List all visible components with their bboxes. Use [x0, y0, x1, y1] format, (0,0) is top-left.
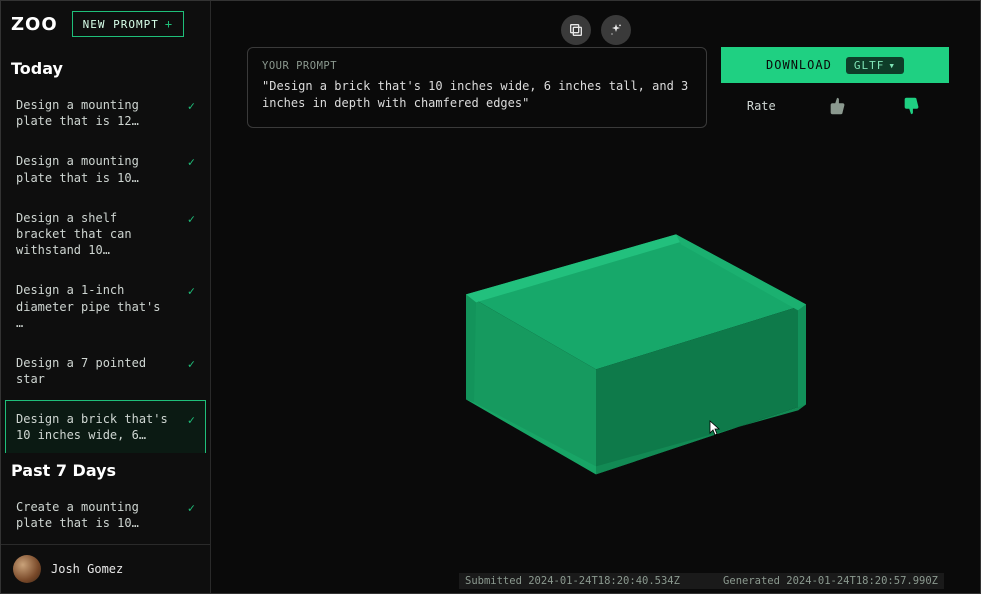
- history-item-label: Design a brick that's 10 inches wide, 6…: [16, 411, 171, 443]
- check-icon: ✓: [188, 500, 195, 516]
- cursor-icon: [709, 420, 721, 436]
- status-generated: Generated 2024-01-24T18:20:57.990Z: [723, 575, 938, 587]
- download-button[interactable]: DOWNLOAD GLTF ▾: [721, 47, 949, 83]
- check-icon: ✓: [188, 98, 195, 114]
- prompt-card: YOUR PROMPT "Design a brick that's 10 in…: [247, 47, 707, 128]
- new-prompt-button[interactable]: NEW PROMPT +: [72, 11, 184, 37]
- section-title-past7: Past 7 Days: [1, 453, 210, 486]
- format-value: GLTF: [854, 59, 885, 72]
- avatar: [13, 555, 41, 583]
- share-icon[interactable]: [561, 15, 591, 45]
- logo: ZOO: [11, 14, 58, 35]
- history-item[interactable]: Design a 7 pointed star ✓: [5, 344, 206, 398]
- prompt-text: "Design a brick that's 10 inches wide, 6…: [262, 78, 692, 113]
- section-title-today: Today: [1, 51, 210, 84]
- history-item-label: Create a mounting plate that is 10…: [16, 499, 171, 531]
- check-icon: ✓: [188, 283, 195, 299]
- history-item-label: Design a 7 pointed star: [16, 355, 171, 387]
- thumbs-down-button[interactable]: [827, 95, 849, 117]
- history-item[interactable]: Create a mounting plate that is 10… ✓: [5, 488, 206, 542]
- history-item-label: Design a mounting plate that is 10…: [16, 153, 171, 185]
- check-icon: ✓: [188, 356, 195, 372]
- download-label: DOWNLOAD: [766, 58, 832, 72]
- main: YOUR PROMPT "Design a brick that's 10 in…: [211, 1, 980, 593]
- chevron-down-icon: ▾: [888, 59, 896, 72]
- history-item[interactable]: Design a mounting plate that is 10… ✓: [5, 142, 206, 196]
- viewport-3d[interactable]: [211, 128, 980, 593]
- history-list: Design a mounting plate that is 12…✓Desi…: [1, 84, 210, 453]
- history-list-past7: Create a mounting plate that is 10… ✓: [1, 486, 210, 544]
- history-item-label: Design a shelf bracket that can withstan…: [16, 210, 171, 259]
- new-prompt-label: NEW PROMPT: [83, 18, 159, 31]
- status-submitted: Submitted 2024-01-24T18:20:40.534Z: [465, 575, 680, 587]
- history-item[interactable]: Design a brick that's 10 inches wide, 6……: [5, 400, 206, 452]
- thumbs-up-button[interactable]: [901, 95, 923, 117]
- rate-label: Rate: [747, 99, 776, 113]
- history-item-label: Design a 1-inch diameter pipe that's …: [16, 282, 171, 331]
- check-icon: ✓: [188, 211, 195, 227]
- model-preview: [346, 175, 846, 495]
- sparkle-icon[interactable]: [601, 15, 631, 45]
- history-item[interactable]: Design a mounting plate that is 12… ✓: [5, 86, 206, 140]
- user-row[interactable]: Josh Gomez: [1, 544, 210, 593]
- history-item-label: Design a mounting plate that is 12…: [16, 97, 171, 129]
- sidebar: ZOO NEW PROMPT + Today Design a mounting…: [1, 1, 211, 593]
- history-item[interactable]: Design a 1-inch diameter pipe that's … ✓: [5, 271, 206, 342]
- check-icon: ✓: [188, 154, 195, 170]
- history-item[interactable]: Design a shelf bracket that can withstan…: [5, 199, 206, 270]
- check-icon: ✓: [188, 412, 195, 428]
- prompt-label: YOUR PROMPT: [262, 60, 692, 72]
- plus-icon: +: [165, 17, 173, 31]
- status-bar: Submitted 2024-01-24T18:20:40.534Z Gener…: [459, 573, 944, 589]
- username: Josh Gomez: [51, 562, 123, 576]
- format-select[interactable]: GLTF ▾: [846, 57, 904, 74]
